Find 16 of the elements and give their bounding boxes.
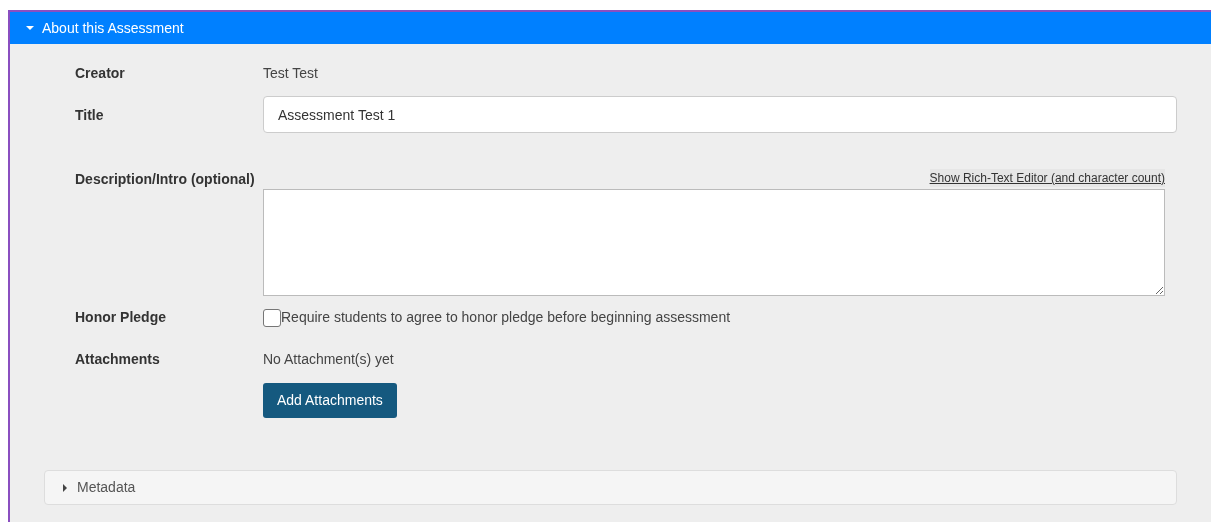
metadata-header[interactable]: Metadata xyxy=(44,470,1177,505)
caret-icon xyxy=(61,483,69,492)
caret-icon xyxy=(26,24,34,32)
field-label: Creator xyxy=(75,64,126,83)
attachments-status: No Attachment(s) yet xyxy=(263,350,394,369)
field-label: Description/Intro (optional) xyxy=(75,170,256,189)
rich-text-editor-link[interactable]: Show Rich-Text Editor (and character count) xyxy=(929,169,1165,187)
creator-value: Test Test xyxy=(263,64,318,83)
field-label: Attachments xyxy=(75,350,161,369)
checkbox-label: Require students to agree to honor pledge before beginning assessment xyxy=(281,308,731,327)
section-header[interactable]: About this Assessment xyxy=(10,12,1211,44)
add-attachments-button[interactable]: Add Attachments xyxy=(263,383,397,418)
checkbox[interactable] xyxy=(263,308,281,327)
field-label: Honor Pledge xyxy=(75,308,167,327)
field-label: Title xyxy=(75,106,105,125)
title-input[interactable]: Assessment Test 1 xyxy=(263,96,1177,133)
